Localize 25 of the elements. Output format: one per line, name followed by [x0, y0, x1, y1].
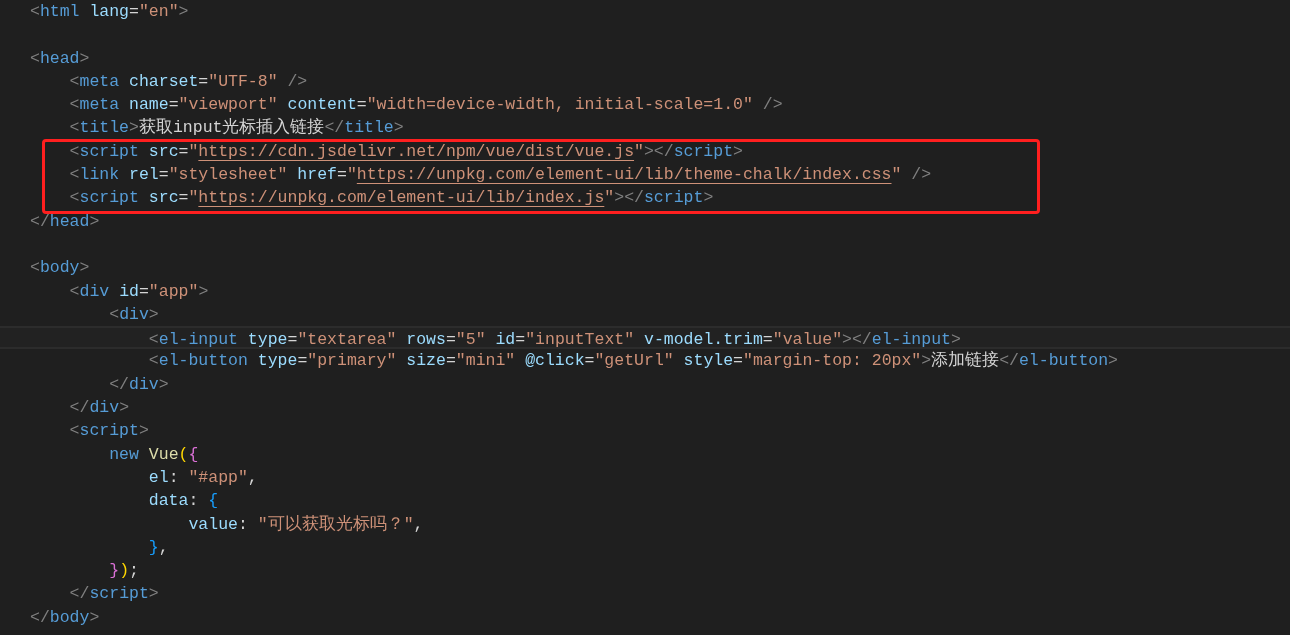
- code-line: </div>: [68, 398, 130, 418]
- code-line: <script src="https://cdn.jsdelivr.net/npm/vue/dist/vue.js"></script>: [68, 141, 743, 161]
- code-line: <div id="app">: [68, 281, 209, 301]
- code-line: <head>: [30, 48, 90, 68]
- code-line: <html lang="en">: [30, 2, 189, 21]
- code-line: });: [108, 561, 139, 581]
- code-line: </body>: [30, 607, 100, 627]
- code-line: <div>: [108, 304, 159, 324]
- code-line: el: "#app",: [147, 467, 258, 487]
- code-line: <meta name="viewport" content="width=device-width, initial-scale=1.0" />: [68, 95, 783, 115]
- code-line: <script src="https://unpkg.com/element-ui/lib/index.js"></script>: [68, 188, 714, 208]
- code-line: <link rel="stylesheet" href="https://unpkg.com/element-ui/lib/theme-chalk/index.css" />: [68, 165, 932, 185]
- code-line: <el-input type="textarea" rows="5" id="inputText" v-model.trim="value"></el-input>: [147, 330, 961, 350]
- code-line: <title>获取input光标插入链接</title>: [68, 118, 404, 138]
- code-line: <meta charset="UTF-8" />: [68, 71, 308, 91]
- code-line: },: [147, 537, 169, 557]
- code-line: </div>: [108, 374, 169, 394]
- code-line: new Vue({: [108, 444, 199, 464]
- code-line: <body>: [30, 258, 90, 278]
- code-line: <el-button type="primary" size="mini" @click="getUrl" style="margin-top: 20px">添加链接</el-button>: [147, 351, 1118, 371]
- code-line: data: {: [147, 491, 219, 511]
- code-line: <script>: [68, 421, 149, 441]
- code-line: </head>: [30, 211, 100, 231]
- code-line: </script>: [68, 584, 159, 604]
- code-line: value: "可以获取光标吗？",: [187, 514, 424, 534]
